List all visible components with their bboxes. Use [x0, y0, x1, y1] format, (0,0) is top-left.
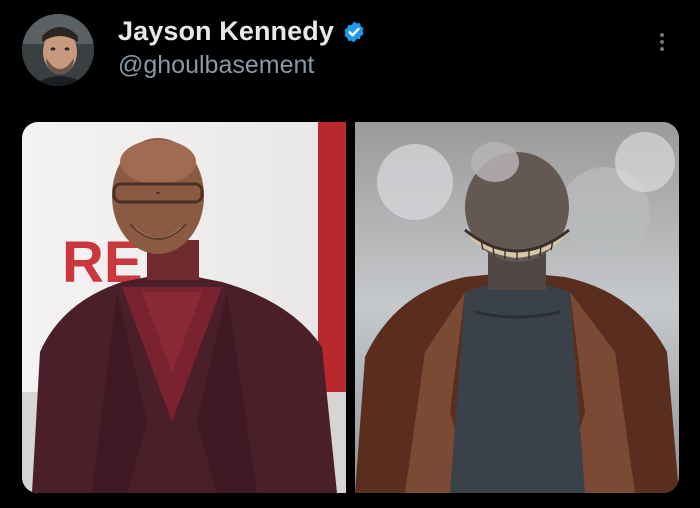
media-grid: RE [22, 122, 679, 493]
verified-badge-icon [342, 20, 366, 44]
media-photo-left[interactable]: RE [22, 122, 346, 493]
more-options-icon[interactable] [650, 30, 674, 54]
media-divider [346, 122, 355, 493]
media-photo-right[interactable] [355, 122, 679, 493]
author-display-name[interactable]: Jayson Kennedy [118, 16, 334, 47]
post-header: Jayson Kennedy @ghoulbasement [0, 0, 700, 110]
author-avatar[interactable] [22, 14, 94, 86]
author-name-row: Jayson Kennedy [118, 16, 366, 47]
author-handle[interactable]: @ghoulbasement [118, 51, 314, 80]
